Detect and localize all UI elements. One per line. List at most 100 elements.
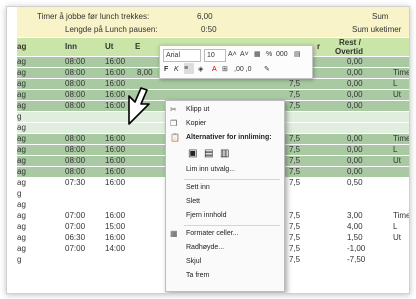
menu-item-delete[interactable]: Slett [166,195,284,209]
cell-hours: 7,5 [289,90,301,99]
cell-day: ag [17,222,26,231]
cell-day: ag [17,134,26,143]
cell-day: ag [17,79,26,88]
cell-inn: 08:00 [65,156,86,165]
borders-icon[interactable]: ⊞ [222,64,228,75]
font-size-dropdown[interactable]: 10 [204,49,226,62]
cell-ut: 16:00 [105,211,126,220]
cell-hours: 7,5 [289,145,301,154]
cell-hours: 7,5 [289,255,301,264]
cell-a: 8,00 [137,68,153,77]
header-r: r [317,42,321,51]
cell-note: L [393,79,398,88]
menu-item-paste-options: 📋 Alternativer for innliming: [166,131,284,145]
cell-hours: 7,5 [289,167,301,176]
cell-ut: 16:00 [105,178,126,187]
copy-icon: ❐ [170,119,178,128]
header-inn: Inn [65,42,77,51]
pause-length-value[interactable]: 0:50 [201,24,217,35]
paste-special-label: Lim inn utvalg... [186,166,236,173]
cell-ut: 15:00 [105,222,126,231]
menu-item-paste-special[interactable]: Lim inn utvalg... [166,163,284,177]
cell-day: ag [17,167,26,176]
sum-label: Sum [372,12,389,21]
copy-label: Kopier [186,120,207,127]
lunch-threshold-label: Timer å jobbe før lunch trekkes: [37,12,150,21]
cell-note: L [393,222,398,231]
cell-day: ag [17,57,26,66]
cell-day: g [17,189,22,198]
clipboard-icon: 📋 [170,133,180,142]
cell-note: Ut [393,233,401,242]
decimals-button[interactable]: ,00 ,0 [234,64,252,75]
header-rest-line1: Rest / [339,38,361,47]
cell-ut: 16:00 [105,233,126,242]
cell-inn: 07:00 [65,211,86,220]
cell-note: Ut [393,156,401,165]
menu-item-row-height[interactable]: Radhøyde... [166,241,284,255]
cell-day: ag [17,156,26,165]
cell-ut: 16:00 [105,68,126,77]
menu-item-format-cells[interactable]: ▦ Formater celler... [166,227,284,241]
paste-default-icon[interactable]: ▣ [188,147,197,161]
font-name-dropdown[interactable]: Arial [163,49,201,62]
menu-item-clear[interactable]: Fjern innhold [166,209,284,223]
cell-rest: 0,00 [347,167,363,176]
header-day: ag [17,42,27,51]
cell-day: g [17,112,22,121]
cell-ut: 16:00 [105,145,126,154]
cell-day: ag [17,211,26,220]
table-row[interactable]: ag 08:00 16:00 7,5 0,00 Ut [17,90,409,100]
cell-ut: 14:00 [105,244,126,253]
eraser-icon[interactable]: ✎ [264,64,270,75]
cell-rest: 0,50 [347,178,363,187]
cell-day: ag [17,101,26,110]
cell-hours: 7,5 [289,134,301,143]
menu-item-copy[interactable]: ❐ Kopier [166,117,284,131]
shrink-font-button[interactable]: A˅ [240,49,249,60]
cell-note: Time [393,211,409,220]
cell-hours: 7,5 [289,178,301,187]
cell-inn: 07:00 [65,222,86,231]
cell-inn: 08:00 [65,134,86,143]
bold-button[interactable]: F [164,64,168,75]
cell-ut: 16:00 [105,101,126,110]
percent-button[interactable]: % [266,49,272,60]
cell-inn: 06:30 [65,233,86,242]
thousands-button[interactable]: 000 [276,49,288,60]
menu-item-hide[interactable]: Skjul [166,255,284,269]
cell-ut: 16:00 [105,134,126,143]
cell-hours: 7,5 [289,101,301,110]
cell-day: ag [17,178,26,187]
cell-rest: 0,00 [347,79,363,88]
grow-font-button[interactable]: A˄ [228,49,237,60]
format-painter-icon[interactable]: ▤ [294,49,301,60]
screenshot-frame: Timer å jobbe før lunch trekkes: 6,00 Le… [6,6,410,294]
table-row[interactable]: ag 08:00 16:00 7,5 0,00 L [17,79,409,89]
cell-day: ag [17,145,26,154]
paste-formula-icon[interactable]: ▤ [204,147,213,161]
spreadsheet: Timer å jobbe før lunch trekkes: 6,00 Le… [17,7,409,293]
font-color-icon[interactable]: A [212,64,217,75]
cell-day: ag [17,200,26,209]
menu-item-cut[interactable]: ✂ Klipp ut [166,103,284,117]
cell-day: ag [17,68,26,77]
cell-inn: 08:00 [65,79,86,88]
settings-area: Timer å jobbe før lunch trekkes: 6,00 Le… [17,7,409,37]
align-icon[interactable]: ≡ [184,63,194,74]
paste-options-label: Alternativer for innliming: [186,134,272,141]
cell-hours: 7,5 [289,211,301,220]
cell-hours: 7,5 [289,79,301,88]
font-size-value: 10 [207,52,215,59]
italic-button[interactable]: K [174,64,179,75]
paste-values-icon[interactable]: ▥ [220,147,229,161]
insert-label: Sett inn [186,184,210,191]
menu-item-insert[interactable]: Sett inn [166,181,284,195]
menu-item-unhide[interactable]: Ta frem [166,269,284,283]
cell-hours: 7,5 [289,222,301,231]
cell-ut: 16:00 [105,167,126,176]
cell-inn: 08:00 [65,57,86,66]
lunch-threshold-value[interactable]: 6,00 [197,11,213,22]
fill-color-icon[interactable]: ◈ [198,64,203,75]
number-format-icon[interactable]: ▦ [254,49,261,60]
